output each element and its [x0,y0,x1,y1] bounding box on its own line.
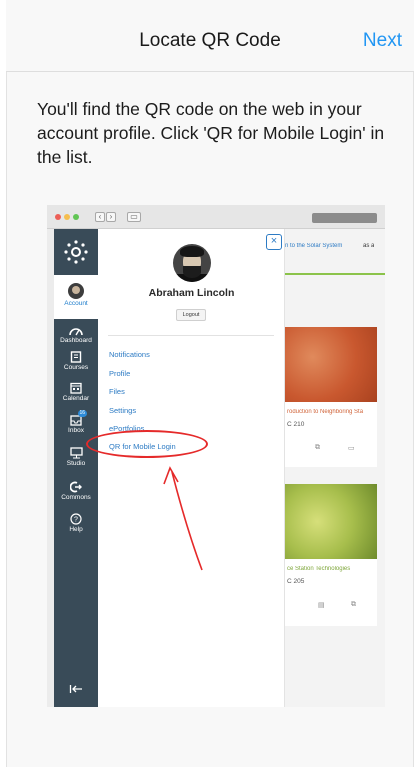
pointer-arrow-icon [163,466,203,571]
announcement-link: n to the Solar System [285,243,343,249]
dashboard-icon [69,328,83,336]
sidebar-item-inbox: 16 Inbox [68,410,87,434]
collapse-nav-icon [54,684,98,696]
assignment-icon: ▤ [318,602,325,609]
minimize-window-icon [64,214,70,220]
sidebar-item-courses: Courses [54,351,98,371]
navigation-bar: Locate QR Code Next [6,0,414,72]
course-card: ce Station Technologies C 205 ▤ ⧉ [285,484,377,626]
sidebar-item-calendar: Calendar [54,382,98,402]
tray-divider [108,335,274,336]
book-icon [70,351,82,363]
course-card-code: C 205 [287,578,305,585]
discussion-icon: ⧉ [315,444,320,451]
logout-button: Logout [176,309,206,321]
close-tray-icon: × [266,234,282,250]
highlight-circle [86,430,208,458]
tray-link-profile: Profile [109,369,131,378]
global-nav-sidebar: Account Dashboard Courses Calendar 16 In… [54,229,98,707]
help-icon: ? [70,513,82,525]
instruction-text: You'll find the QR code on the web in yo… [37,99,385,167]
course-card-image [285,327,377,402]
inbox-badge: 16 [78,410,87,417]
close-window-icon [55,214,61,220]
svg-text:?: ? [74,517,78,524]
course-card-title: roduction to Neighboring Sta [287,409,364,415]
course-card-code: C 210 [287,421,305,428]
studio-icon [69,447,83,459]
address-bar [312,213,377,223]
course-card: roduction to Neighboring Sta C 210 ⧉ ▭ [285,327,377,467]
course-card-title: ce Station Technologies [287,566,351,572]
calendar-icon [70,382,82,394]
tray-link-files: Files [109,387,125,396]
canvas-logo-icon [54,229,98,275]
back-arrow-icon: ‹ [95,212,105,222]
announcement-banner-border [285,273,385,275]
forward-arrow-icon: › [106,212,116,222]
commons-icon [70,481,82,493]
browser-chrome: ‹ › ▭ [47,205,385,229]
sidebar-item-commons: Commons [54,481,98,501]
user-avatar [173,244,211,282]
sidebar-toggle-icon: ▭ [127,212,141,222]
user-name: Abraham Lincoln [148,287,235,299]
sidebar-item-dashboard: Dashboard [54,325,98,344]
maximize-window-icon [73,214,79,220]
sidebar-item-help: ? Help [54,513,98,533]
tray-link-notifications: Notifications [109,350,150,359]
browser-screenshot: ‹ › ▭ Account Dashboard Courses Calendar… [47,205,385,707]
sidebar-item-account: Account [54,275,98,319]
dashboard-content: n to the Solar System as a roduction to … [285,229,385,707]
discussion-icon: ⧉ [351,601,356,608]
next-button[interactable]: Next [363,30,402,52]
account-avatar [68,283,84,299]
course-card-image [285,484,377,559]
tray-link-settings: Settings [109,406,137,415]
announcement-suffix: as a [363,243,375,249]
page-title: Locate QR Code [139,30,281,51]
folder-icon: ▭ [348,445,355,452]
